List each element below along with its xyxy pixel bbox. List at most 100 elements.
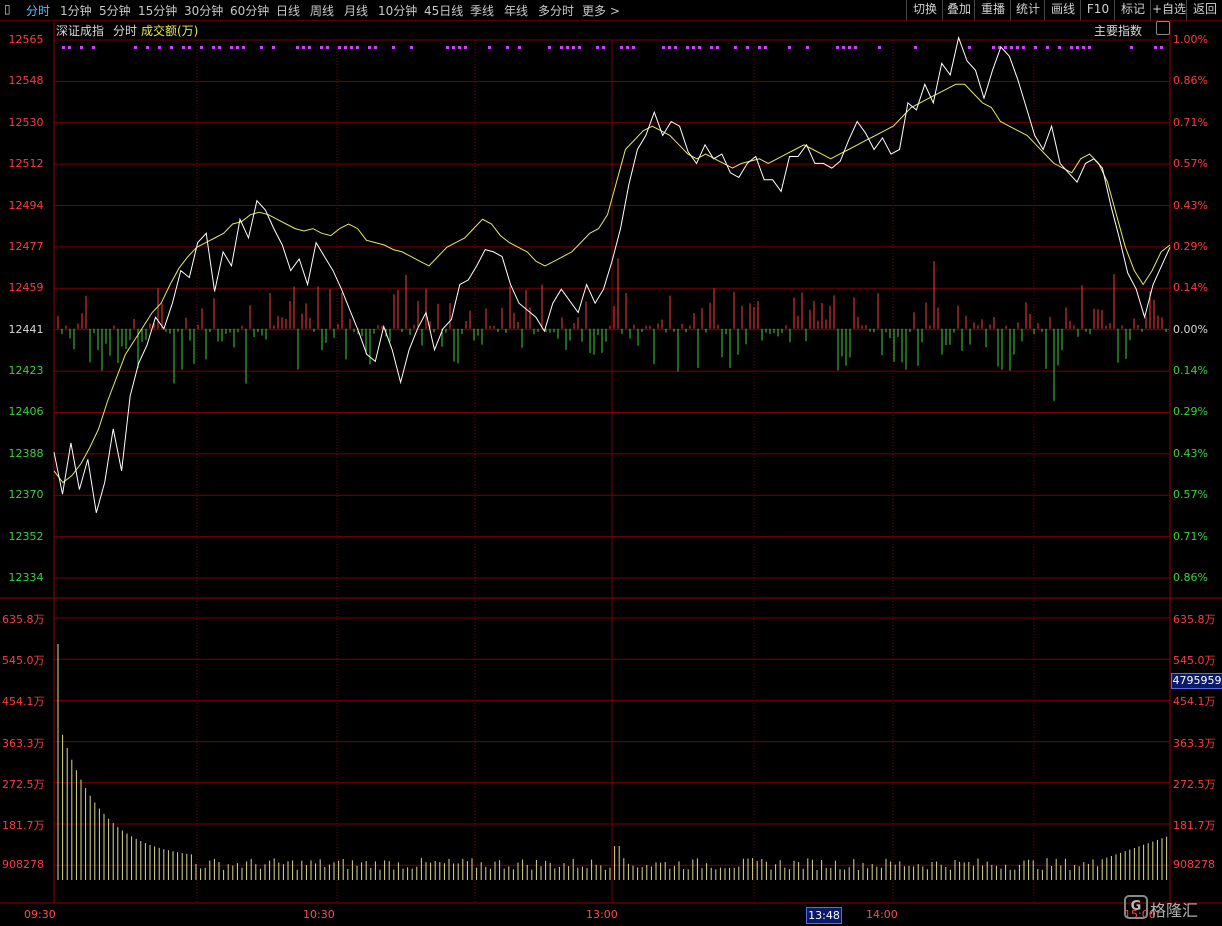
signal-dot — [170, 46, 173, 49]
signal-dot — [620, 46, 623, 49]
signal-dot — [878, 46, 881, 49]
overlay-index-label[interactable]: 主要指数 — [1094, 22, 1142, 39]
volume-tick-label: 454.1万 — [2, 695, 45, 709]
signal-dot — [548, 46, 551, 49]
price-tick-label: 12370 — [8, 488, 44, 502]
chart-mode: 分时 — [113, 24, 138, 38]
tab-daily[interactable]: 日线 — [276, 2, 300, 19]
signal-dot — [374, 46, 377, 49]
tab-45day[interactable]: 45日线 — [424, 2, 463, 19]
signal-dot — [1010, 46, 1013, 49]
volume-tick-label: 181.7万 — [1173, 819, 1216, 832]
volume-tick-label: 545.0万 — [2, 654, 45, 668]
signal-dot — [1046, 46, 1049, 49]
switch-button[interactable]: 切换 — [906, 0, 943, 20]
signal-dot — [596, 46, 599, 49]
signal-dot — [1130, 46, 1133, 49]
time-label-1300: 13:00 — [586, 908, 618, 921]
time-cursor-label: 13:48 — [806, 907, 842, 924]
signal-dot — [446, 46, 449, 49]
tab-monthly[interactable]: 月线 — [344, 2, 368, 19]
signal-dot — [716, 46, 719, 49]
index-name: 深证成指 — [56, 24, 105, 38]
percent-tick-label: 0.14% — [1173, 364, 1208, 378]
signal-dot — [158, 46, 161, 49]
signal-dot — [1034, 46, 1037, 49]
percent-tick-label: 0.00% — [1173, 322, 1208, 336]
square-icon[interactable]: ▯ — [4, 2, 11, 16]
percent-tick-label: 0.29% — [1173, 239, 1208, 253]
signal-dot — [230, 46, 233, 49]
signal-dot — [368, 46, 371, 49]
tab-5min[interactable]: 5分钟 — [99, 2, 131, 19]
volume-tick-label: 363.3万 — [1173, 736, 1216, 750]
signal-dot — [758, 46, 761, 49]
add-favorite-button[interactable]: +自选 — [1150, 0, 1187, 20]
percent-tick-label: 0.14% — [1173, 281, 1208, 295]
signal-dot — [452, 46, 455, 49]
volume-tick-label: 363.3万 — [2, 736, 45, 750]
tab-fenshi[interactable]: 分时 — [26, 2, 50, 19]
draw-button[interactable]: 画线 — [1044, 0, 1081, 20]
intraday-chart[interactable] — [0, 0, 1222, 926]
percent-tick-label: 1.00% — [1173, 33, 1208, 46]
signal-dot — [68, 46, 71, 49]
signal-dot — [464, 46, 467, 49]
tab-60min[interactable]: 60分钟 — [230, 2, 269, 19]
tab-1min[interactable]: 1分钟 — [60, 2, 92, 19]
signal-dot — [182, 46, 185, 49]
volume-tick-label: 272.5万 — [2, 777, 45, 791]
tab-yearly[interactable]: 年线 — [504, 2, 528, 19]
volume-tick-label: 181.7万 — [2, 819, 45, 832]
signal-dot — [338, 46, 341, 49]
percent-tick-label: 0.71% — [1173, 115, 1208, 129]
volume-tick-label: 635.8万 — [1173, 613, 1216, 626]
logo-icon: G — [1124, 895, 1148, 919]
signal-dot — [320, 46, 323, 49]
tab-30min[interactable]: 30分钟 — [184, 2, 223, 19]
volume-tick-label: 908278 — [1173, 858, 1215, 872]
signal-dot — [344, 46, 347, 49]
signal-dot — [668, 46, 671, 49]
signal-dot — [410, 46, 413, 49]
price-tick-label: 12530 — [8, 115, 44, 129]
price-tick-label: 12494 — [8, 198, 44, 212]
replay-button[interactable]: 重播 — [974, 0, 1011, 20]
tab-more[interactable]: 更多 > — [582, 2, 620, 19]
tab-multi-fenshi[interactable]: 多分时 — [538, 2, 574, 19]
signal-dot — [1004, 46, 1007, 49]
signal-dot — [560, 46, 563, 49]
tab-weekly[interactable]: 周线 — [310, 2, 334, 19]
overlay-button[interactable]: 叠加 — [942, 0, 975, 20]
f10-button[interactable]: F10 — [1080, 0, 1115, 20]
signal-dot — [392, 46, 395, 49]
signal-dot — [506, 46, 509, 49]
signal-dot — [1082, 46, 1085, 49]
volume-tick-label: 908278 — [2, 858, 44, 872]
mark-button[interactable]: 标记 — [1114, 0, 1151, 20]
signal-dot — [914, 46, 917, 49]
signal-dot — [308, 46, 311, 49]
signal-dot — [710, 46, 713, 49]
stats-button[interactable]: 统计 — [1010, 0, 1045, 20]
price-tick-label: 12548 — [8, 74, 44, 88]
signal-dot — [1070, 46, 1073, 49]
tab-quarterly[interactable]: 季线 — [470, 2, 494, 19]
signal-dot — [632, 46, 635, 49]
indicator-label: 成交额(万) — [141, 24, 199, 38]
percent-tick-label: 0.43% — [1173, 446, 1208, 460]
signal-dot — [188, 46, 191, 49]
signal-dot — [674, 46, 677, 49]
tab-10min[interactable]: 10分钟 — [378, 2, 417, 19]
back-button[interactable]: 返回 — [1186, 0, 1222, 20]
signal-dot — [146, 46, 149, 49]
signal-dot — [602, 46, 605, 49]
signal-dot — [326, 46, 329, 49]
tab-15min[interactable]: 15分钟 — [138, 2, 177, 19]
signal-dot — [236, 46, 239, 49]
price-tick-label: 12388 — [8, 446, 44, 460]
signal-dot — [1088, 46, 1091, 49]
signal-dot — [350, 46, 353, 49]
time-label-0930: 09:30 — [24, 908, 56, 921]
settings-icon[interactable] — [1156, 21, 1170, 35]
